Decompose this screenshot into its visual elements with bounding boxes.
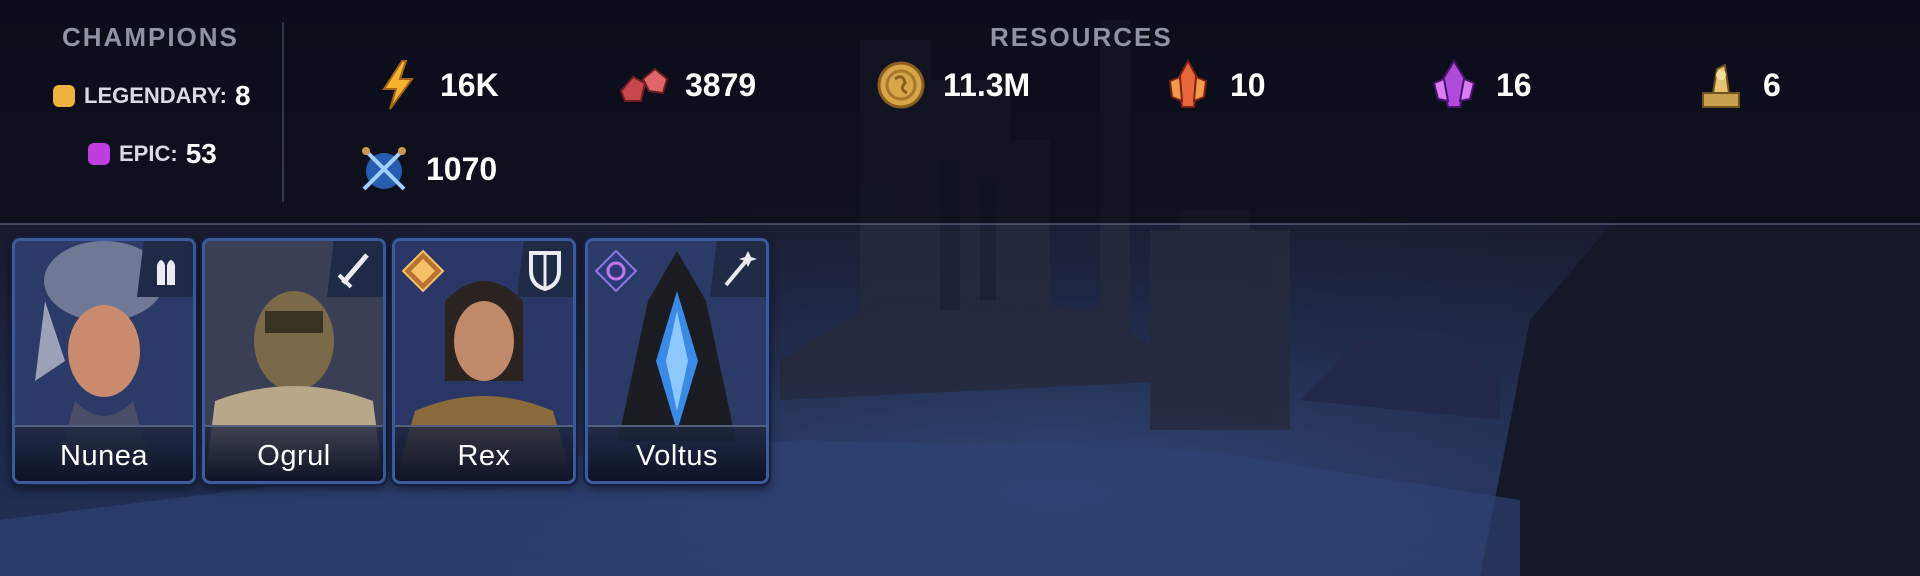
energy-icon xyxy=(382,60,414,110)
resource-arena-token: 1070 xyxy=(356,139,497,199)
top-summary-panel: CHAMPIONS LEGENDARY: 8 EPIC: 53 RESOURCE… xyxy=(0,0,1920,224)
section-divider xyxy=(282,22,284,202)
silver-value: 11.3M xyxy=(943,66,1031,103)
ancient-shard-value: 6 xyxy=(1763,66,1781,103)
arena-token-icon xyxy=(362,147,406,191)
champion-card-ogrul[interactable]: Ogrul xyxy=(202,238,386,484)
champion-card-nunea[interactable]: Nunea xyxy=(12,238,196,484)
epic-count-row: EPIC: 53 xyxy=(88,138,217,170)
legendary-count: 8 xyxy=(235,80,251,111)
affinity-badge xyxy=(401,249,445,293)
epic-label: EPIC: xyxy=(119,141,178,166)
force-affinity-icon xyxy=(401,249,445,293)
legendary-rarity-icon xyxy=(53,85,75,107)
resource-sacred-shard: 10 xyxy=(1160,55,1266,115)
champion-name: Rex xyxy=(457,440,511,472)
sacred-shard-icon xyxy=(1168,58,1208,108)
champion-card-voltus[interactable]: Voltus xyxy=(585,238,769,484)
resource-energy: 16K xyxy=(370,55,499,115)
resource-gems: 3879 xyxy=(615,55,756,115)
legendary-label: LEGENDARY: xyxy=(84,83,227,108)
magic-wand-icon xyxy=(724,251,757,287)
sacred-shard-value: 10 xyxy=(1230,66,1266,103)
role-badge xyxy=(517,241,573,297)
shield-defense-icon xyxy=(529,251,561,292)
void-shard-value: 16 xyxy=(1496,66,1532,103)
void-affinity-icon xyxy=(594,249,638,293)
resources-title: RESOURCES xyxy=(990,22,1173,52)
epic-count: 53 xyxy=(185,138,217,169)
role-badge xyxy=(327,241,383,297)
role-badge xyxy=(710,241,766,297)
sword-attack-icon xyxy=(337,253,369,289)
panel-divider xyxy=(0,223,1920,225)
champion-name: Nunea xyxy=(60,440,148,472)
champion-name: Ogrul xyxy=(257,440,331,472)
resource-void-shard: 16 xyxy=(1426,55,1532,115)
gem-shards-icon xyxy=(619,67,669,102)
resource-silver: 11.3M xyxy=(873,55,1030,115)
void-shard-icon xyxy=(1432,59,1476,108)
role-badge xyxy=(137,241,193,297)
champion-card-rex[interactable]: Rex xyxy=(392,238,576,484)
ancient-shard-icon xyxy=(1702,63,1740,108)
resource-ancient-shard: 6 xyxy=(1693,55,1781,115)
gem-shards-value: 3879 xyxy=(685,66,757,103)
legendary-count-row: LEGENDARY: 8 xyxy=(53,80,251,112)
support-hands-icon xyxy=(157,260,175,285)
silver-coin-icon xyxy=(877,61,925,109)
energy-value: 16K xyxy=(440,66,499,103)
champions-title: CHAMPIONS xyxy=(62,22,239,52)
affinity-badge xyxy=(594,249,638,293)
champion-name: Voltus xyxy=(636,440,718,472)
epic-rarity-icon xyxy=(88,143,110,165)
arena-token-value: 1070 xyxy=(426,150,498,187)
